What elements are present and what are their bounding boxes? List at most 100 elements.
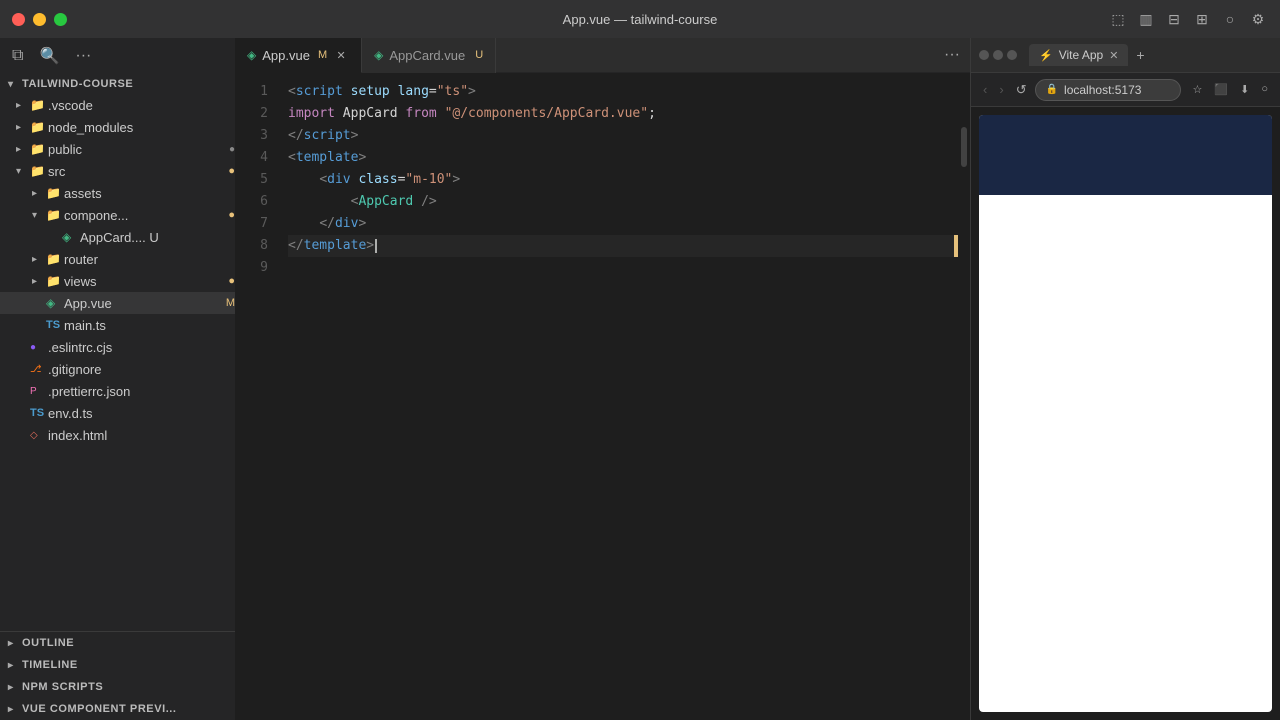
editor-area: ◈ App.vue M ✕ ◈ AppCard.vue U ··· 1 2 3 … (235, 38, 970, 720)
components-badge: ● (228, 209, 235, 221)
code-line-6: <AppCard /> (288, 191, 958, 213)
code-editor[interactable]: 1 2 3 4 5 6 7 8 9 <script setup lang="ts… (235, 73, 970, 720)
browser-active-tab[interactable]: ⚡ Vite App ✕ (1029, 44, 1128, 66)
sidebar-item-gitignore[interactable]: ⎇ .gitignore (0, 358, 235, 380)
code-line-8: </template> (288, 235, 958, 257)
sidebar-toggle-icon[interactable]: ⬚ (1108, 9, 1128, 29)
public-chevron (16, 144, 30, 155)
node-modules-chevron (16, 122, 30, 133)
sidebar-item-router[interactable]: 📁 router (0, 248, 235, 270)
line-numbers: 1 2 3 4 5 6 7 8 9 (235, 73, 280, 720)
gitignore-icon: ⎇ (30, 364, 48, 375)
router-label: router (64, 252, 235, 267)
browser-account-icon[interactable]: ○ (1257, 81, 1272, 98)
sidebar-item-app-vue[interactable]: ◈ App.vue M (0, 292, 235, 314)
tab-app-vue-close[interactable]: ✕ (333, 47, 349, 63)
tab-appcard-vue[interactable]: ◈ AppCard.vue U (362, 38, 496, 73)
sidebar-item-views[interactable]: 📁 views ● (0, 270, 235, 292)
layout-icon[interactable]: ⊞ (1192, 9, 1212, 29)
appcard-vue-icon: ◈ (62, 230, 80, 244)
files-icon[interactable]: ⧉ (12, 47, 23, 65)
browser-forward-button[interactable]: › (995, 80, 1007, 99)
vue-preview-panel[interactable]: VUE COMPONENT PREVI... (0, 698, 235, 720)
browser-dot-3 (1007, 50, 1017, 60)
search-icon[interactable]: 🔍 (39, 46, 59, 66)
router-chevron (32, 254, 46, 265)
browser-url-text: localhost:5173 (1064, 83, 1141, 97)
sidebar-item-node-modules[interactable]: 📁 node_modules (0, 116, 235, 138)
browser-reload-button[interactable]: ↺ (1012, 80, 1031, 100)
timeline-panel[interactable]: TIMELINE (0, 654, 235, 676)
tab-appcard-badge: U (475, 49, 483, 61)
browser-tab-favicon: ⚡ (1039, 49, 1053, 62)
outline-label: OUTLINE (22, 637, 74, 649)
titlebar-actions: ⬚ ▥ ⊟ ⊞ ○ ⚙ (1108, 9, 1268, 29)
prettier-icon: P (30, 386, 48, 397)
browser-url-bar[interactable]: 🔒 localhost:5173 (1035, 79, 1181, 101)
minimize-button[interactable] (33, 13, 46, 26)
split-editor-icon[interactable]: ⊟ (1164, 9, 1184, 29)
components-chevron (32, 210, 46, 221)
main-ts-label: main.ts (64, 318, 235, 333)
sidebar-item-assets[interactable]: 📁 assets (0, 182, 235, 204)
views-chevron (32, 276, 46, 287)
app-vue-icon: ◈ (46, 296, 64, 310)
browser-download-icon[interactable]: ⬇ (1236, 81, 1253, 98)
settings-icon[interactable]: ⚙ (1248, 9, 1268, 29)
explorer-header[interactable]: TAILWIND-COURSE (0, 74, 235, 94)
maximize-button[interactable] (54, 13, 67, 26)
scrollbar[interactable] (958, 73, 970, 720)
account-icon[interactable]: ○ (1220, 9, 1240, 29)
sidebar-item-env[interactable]: TS env.d.ts (0, 402, 235, 424)
close-button[interactable] (12, 13, 25, 26)
public-label: public (48, 142, 225, 157)
src-badge: ● (228, 165, 235, 177)
sidebar-top-actions: ⧉ 🔍 ··· (0, 38, 235, 74)
sidebar-item-index-html[interactable]: ◇ index.html (0, 424, 235, 446)
views-label: views (64, 274, 224, 289)
code-content[interactable]: <script setup lang="ts"> import AppCard … (280, 73, 958, 720)
html-icon: ◇ (30, 430, 48, 441)
src-label: src (48, 164, 224, 179)
npm-chevron (8, 682, 22, 693)
sidebar-item-appcard[interactable]: ◈ AppCard.... U (0, 226, 235, 248)
sidebar-item-components[interactable]: 📁 compone... ● (0, 204, 235, 226)
sidebar-item-vscode[interactable]: 📁 .vscode (0, 94, 235, 116)
sidebar-item-eslint[interactable]: ● .eslintrc.cjs (0, 336, 235, 358)
browser-preview-dark-section (979, 115, 1272, 195)
browser-action-icons: ☆ ⬛ ⬇ ○ (1189, 81, 1272, 98)
browser-tab-label: Vite App (1059, 48, 1103, 62)
app-vue-badge: M (226, 297, 235, 309)
assets-chevron (32, 188, 46, 199)
outline-panel[interactable]: OUTLINE (0, 632, 235, 654)
browser-tabs-bar: ⚡ Vite App ✕ + (971, 38, 1280, 73)
sidebar: ⧉ 🔍 ··· TAILWIND-COURSE 📁 .vscode 📁 node… (0, 38, 235, 720)
html-label: index.html (48, 428, 235, 443)
node-modules-label: node_modules (48, 120, 235, 135)
sidebar-item-prettier[interactable]: P .prettierrc.json (0, 380, 235, 402)
more-icon[interactable]: ··· (75, 47, 91, 65)
browser-new-tab-button[interactable]: + (1136, 47, 1144, 63)
components-icon: 📁 (46, 208, 64, 222)
browser-bookmark-icon[interactable]: ☆ (1189, 81, 1207, 98)
npm-scripts-panel[interactable]: NPM SCRIPTS (0, 676, 235, 698)
browser-screenshot-icon[interactable]: ⬛ (1210, 81, 1232, 98)
editor-layout-icon[interactable]: ▥ (1136, 9, 1156, 29)
outline-chevron (8, 638, 22, 649)
public-icon: 📁 (30, 142, 48, 156)
components-label: compone... (64, 208, 224, 223)
sidebar-item-src[interactable]: 📁 src ● (0, 160, 235, 182)
eslint-label: .eslintrc.cjs (48, 340, 235, 355)
tab-app-vue[interactable]: ◈ App.vue M ✕ (235, 38, 362, 73)
window-controls (12, 13, 67, 26)
code-line-2: import AppCard from "@/components/AppCar… (288, 103, 958, 125)
sidebar-item-public[interactable]: 📁 public ● (0, 138, 235, 160)
browser-back-button[interactable]: ‹ (979, 80, 991, 99)
src-icon: 📁 (30, 164, 48, 178)
browser-tab-close[interactable]: ✕ (1109, 49, 1118, 62)
sidebar-item-main-ts[interactable]: TS main.ts (0, 314, 235, 336)
code-line-4: <template> (288, 147, 958, 169)
scrollbar-thumb[interactable] (961, 127, 967, 167)
tabs-more-button[interactable]: ··· (934, 46, 970, 64)
browser-content (979, 115, 1272, 712)
